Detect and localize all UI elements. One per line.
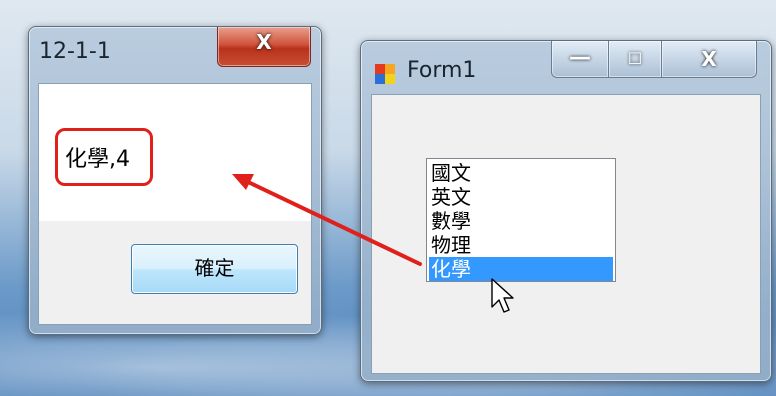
subject-listbox[interactable]: 國文 英文 數學 物理 化學 — [426, 158, 616, 282]
form1-close-button[interactable]: X — [661, 41, 757, 78]
list-item[interactable]: 物理 — [429, 233, 613, 257]
minimize-icon: — — [569, 45, 591, 70]
message-box-close-button[interactable]: X — [217, 27, 311, 67]
message-text: 化學,4 — [65, 147, 130, 172]
list-item[interactable]: 數學 — [429, 209, 613, 233]
maximize-button[interactable]: ☐ — [608, 41, 662, 78]
message-area: 化學,4 — [39, 84, 311, 221]
form1-client: 國文 英文 數學 物理 化學 — [371, 94, 761, 374]
form1-title: Form1 — [407, 58, 477, 83]
message-box-window: 12-1-1 X 化學,4 確定 — [28, 26, 322, 335]
form1-window: Form1 — ☐ X 國文 英文 數學 物理 化學 — [360, 40, 772, 382]
message-box-client: 化學,4 確定 — [38, 83, 312, 325]
caption-buttons: — ☐ X — [551, 41, 757, 78]
form-app-icon — [375, 64, 395, 84]
ok-button[interactable]: 確定 — [131, 244, 298, 294]
close-icon: X — [256, 30, 272, 54]
minimize-button[interactable]: — — [551, 41, 609, 78]
list-item[interactable]: 國文 — [429, 161, 613, 185]
list-item-selected[interactable]: 化學 — [429, 257, 613, 281]
maximize-icon: ☐ — [627, 49, 643, 68]
message-box-title: 12-1-1 — [39, 39, 111, 64]
list-item[interactable]: 英文 — [429, 185, 613, 209]
close-icon: X — [701, 47, 717, 71]
